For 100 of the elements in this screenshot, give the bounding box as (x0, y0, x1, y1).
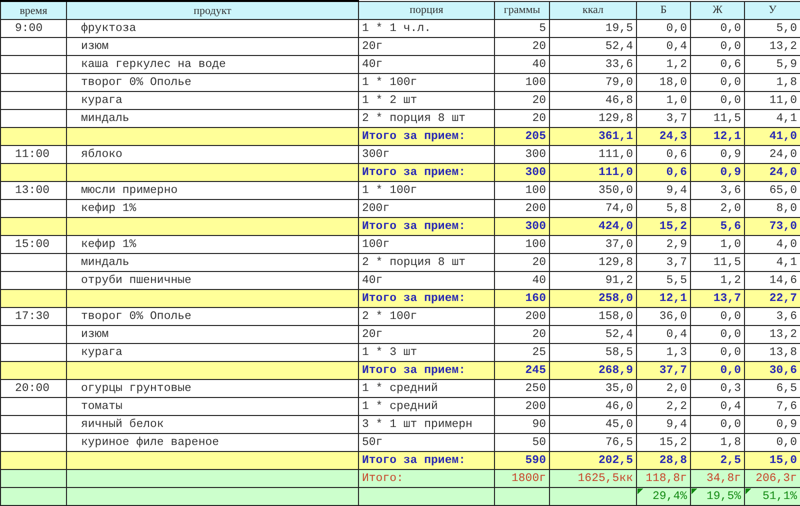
table-cell: 0,0 (690, 416, 744, 434)
table-cell: 1800г (494, 470, 550, 488)
table-cell: 19,5% (690, 488, 744, 506)
table-cell: 0,0 (690, 20, 744, 38)
table-cell: 0,3 (690, 380, 744, 398)
table-cell: 200 (494, 200, 550, 218)
table-cell: 245 (494, 362, 550, 380)
table-cell: кефир 1% (66, 200, 358, 218)
table-cell: 20:00 (0, 380, 66, 398)
table-cell: 15,2 (636, 218, 690, 236)
table-cell: 111,0 (550, 146, 636, 164)
table-cell: Итого за прием: (358, 218, 494, 236)
table-cell: 20 (494, 38, 550, 56)
table-cell: 2 * 100г (358, 308, 494, 326)
table-cell: 160 (494, 290, 550, 308)
table-cell: 15,0 (744, 452, 800, 470)
table-cell: 590 (494, 452, 550, 470)
table-cell: 1 * средний (358, 380, 494, 398)
table-cell: 129,8 (550, 110, 636, 128)
table-cell: 9,4 (636, 182, 690, 200)
table-cell: 28,8 (636, 452, 690, 470)
table-cell: творог 0% Ополье (66, 74, 358, 92)
table-cell: 4,1 (744, 110, 800, 128)
table-cell: 0,0 (690, 308, 744, 326)
table-cell: 1,2 (690, 272, 744, 290)
table-cell: 37,7 (636, 362, 690, 380)
table-cell: 30,6 (744, 362, 800, 380)
table-cell: 15:00 (0, 236, 66, 254)
table-cell: куриное филе вареное (66, 434, 358, 452)
table-cell: 0,9 (744, 416, 800, 434)
table-cell: 40 (494, 272, 550, 290)
table-cell: огурцы грунтовые (66, 380, 358, 398)
table-cell: 1 * 100г (358, 182, 494, 200)
table-cell: 11,0 (744, 92, 800, 110)
table-cell: 5,8 (636, 200, 690, 218)
table-cell: 17:30 (0, 308, 66, 326)
table-cell: фруктоза (66, 20, 358, 38)
column-header: Б (636, 1, 690, 20)
column-header: Ж (690, 1, 744, 20)
table-cell: 2,0 (690, 200, 744, 218)
table-cell: 361,1 (550, 128, 636, 146)
table-cell: 20 (494, 254, 550, 272)
table-cell: каша геркулес на воде (66, 56, 358, 74)
table-cell: 11,5 (690, 110, 744, 128)
table-cell: 206,3г (744, 470, 800, 488)
table-cell: 1 * 3 шт (358, 344, 494, 362)
table-cell: 0,0 (744, 434, 800, 452)
table-cell: курага (66, 344, 358, 362)
table-cell: 29,4% (636, 488, 690, 506)
table-cell: 51,1% (744, 488, 800, 506)
table-cell: 300 (494, 218, 550, 236)
table-cell: 268,9 (550, 362, 636, 380)
table-cell: 200 (494, 398, 550, 416)
table-cell: 41,0 (744, 128, 800, 146)
column-header: время (0, 1, 66, 20)
table-cell: 5,9 (744, 56, 800, 74)
table-cell: 24,0 (744, 146, 800, 164)
table-cell: 2,9 (636, 236, 690, 254)
table-cell: Итого за прием: (358, 164, 494, 182)
table-cell: томаты (66, 398, 358, 416)
table-cell: 22,7 (744, 290, 800, 308)
table-cell: 40г (358, 272, 494, 290)
table-cell: 0,6 (690, 56, 744, 74)
table-cell: 100 (494, 182, 550, 200)
table-cell: 46,0 (550, 398, 636, 416)
table-cell: Итого за прием: (358, 452, 494, 470)
table-cell: 20г (358, 326, 494, 344)
table-cell: 0,4 (636, 38, 690, 56)
column-header: У (744, 1, 800, 20)
table-cell: 2,0 (636, 380, 690, 398)
table-cell: 52,4 (550, 38, 636, 56)
table-cell: 1,2 (636, 56, 690, 74)
table-cell: 100 (494, 236, 550, 254)
table-cell: 13,7 (690, 290, 744, 308)
table-cell: 9:00 (0, 20, 66, 38)
table-cell: 0,0 (636, 20, 690, 38)
table-cell: 158,0 (550, 308, 636, 326)
column-header: порция (358, 1, 494, 20)
column-header: ккал (550, 1, 636, 20)
table-cell: 79,0 (550, 74, 636, 92)
table-cell: 76,5 (550, 434, 636, 452)
table-cell: 19,5 (550, 20, 636, 38)
table-cell: 6,5 (744, 380, 800, 398)
table-cell: 12,1 (636, 290, 690, 308)
table-cell: 1,8 (690, 434, 744, 452)
table-cell: 0,6 (636, 164, 690, 182)
table-cell: 3,7 (636, 254, 690, 272)
table-cell: 73,0 (744, 218, 800, 236)
table-cell: 200г (358, 200, 494, 218)
table-cell: 40 (494, 56, 550, 74)
table-cell: 100г (358, 236, 494, 254)
table-cell: 250 (494, 380, 550, 398)
table-cell: Итого за прием: (358, 128, 494, 146)
table-cell: 424,0 (550, 218, 636, 236)
table-cell: 2,2 (636, 398, 690, 416)
table-cell: 20 (494, 92, 550, 110)
table-cell: 9,4 (636, 416, 690, 434)
table-cell: Итого за прием: (358, 290, 494, 308)
table-cell: творог 0% Ополье (66, 308, 358, 326)
table-cell: 118,8г (636, 470, 690, 488)
